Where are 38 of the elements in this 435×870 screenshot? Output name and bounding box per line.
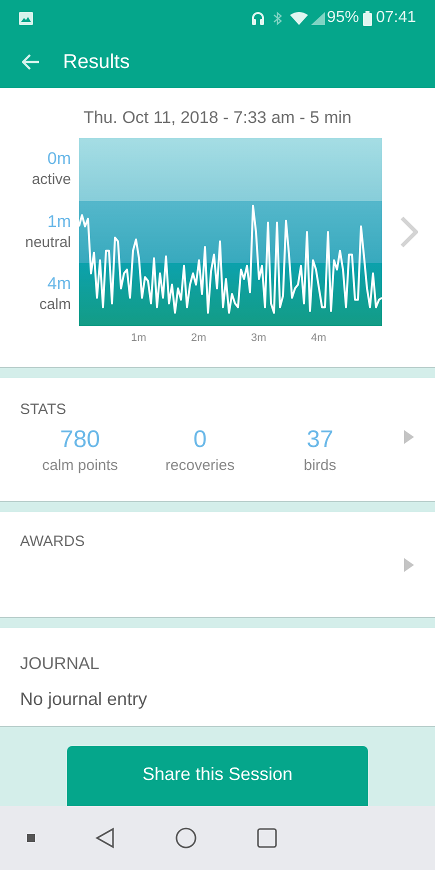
- stat-label: birds: [304, 456, 336, 476]
- section-heading: JOURNAL: [20, 653, 100, 675]
- stat-value: 0: [193, 426, 207, 452]
- battery-icon: [362, 10, 372, 26]
- share-button[interactable]: Share this Session: [67, 746, 368, 806]
- headphones-icon: [250, 10, 265, 26]
- screen-title: Results: [63, 50, 130, 75]
- clock-time: 07:41: [376, 8, 416, 28]
- time-axis-label: 1m: [131, 330, 146, 346]
- battery-percent: 95%: [326, 8, 359, 28]
- session-date: Thu. Oct 11, 2018 - 7:33 am - 5 min: [83, 107, 352, 129]
- zone-minutes: 4m: [47, 273, 71, 294]
- section-heading: STATS: [20, 400, 68, 420]
- time-axis-label: 2m: [191, 330, 206, 346]
- zone-label: active: [32, 170, 71, 190]
- signal-icon: [310, 12, 325, 24]
- zone-label: neutral: [25, 232, 71, 252]
- chevron-right-icon[interactable]: [400, 216, 418, 248]
- stat-value: 37: [306, 426, 334, 452]
- bluetooth-icon: [272, 10, 282, 26]
- time-axis-label: 3m: [251, 330, 266, 346]
- stat-label: recoveries: [165, 456, 235, 476]
- image-icon: [19, 12, 33, 24]
- wifi-icon: [290, 12, 308, 24]
- zone-minutes: 0m: [47, 148, 71, 169]
- zone-minutes: 1m: [47, 210, 71, 232]
- stat-label: calm points: [42, 456, 118, 476]
- section-heading: AWARDS: [20, 532, 86, 552]
- zone-label: calm: [39, 295, 71, 316]
- disclosure-triangle-icon[interactable]: [404, 430, 414, 444]
- stat-value: 780: [60, 426, 100, 452]
- recent-apps-square-icon[interactable]: [257, 828, 277, 848]
- back-triangle-icon[interactable]: [95, 827, 115, 849]
- home-circle-icon[interactable]: [175, 827, 197, 849]
- time-axis-label: 4m: [311, 330, 326, 346]
- journal-entry-text: No journal entry: [20, 688, 148, 711]
- back-arrow-icon[interactable]: [22, 54, 40, 70]
- disclosure-triangle-icon[interactable]: [404, 558, 414, 572]
